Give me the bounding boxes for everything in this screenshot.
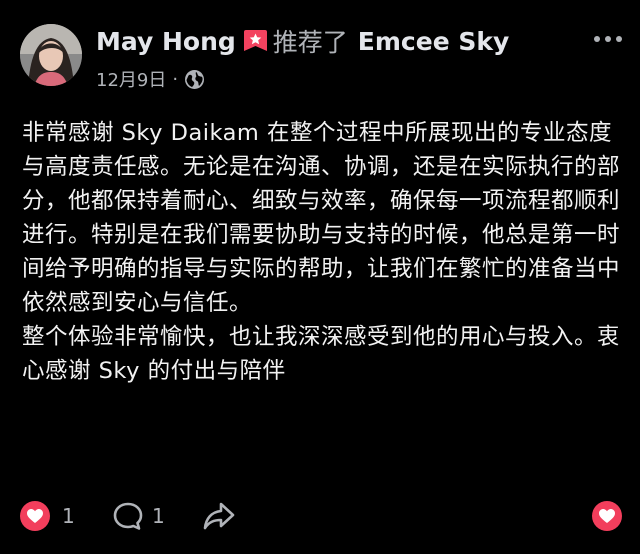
post-body-text: 非常感谢 Sky Daikam 在整个过程中所展现出的专业态度与高度责任感。无论… xyxy=(22,120,621,384)
post-header: May Hong 推荐了 Emcee Sky xyxy=(96,24,509,58)
author-name[interactable]: May Hong xyxy=(96,27,236,56)
heart-icon xyxy=(592,501,622,531)
comment-icon xyxy=(112,501,144,531)
like-count: 1 xyxy=(62,504,75,528)
like-reaction[interactable]: 1 xyxy=(20,500,75,532)
comment-count: 1 xyxy=(152,504,165,528)
recommended-page-name[interactable]: Emcee Sky xyxy=(358,27,510,56)
react-heart-button[interactable] xyxy=(592,500,622,532)
post-date[interactable]: 12月9日 xyxy=(96,66,166,92)
globe-icon[interactable] xyxy=(184,69,205,90)
share-icon xyxy=(202,501,236,531)
more-options-icon[interactable] xyxy=(592,30,624,42)
meta-separator: · xyxy=(172,68,179,90)
avatar[interactable] xyxy=(20,24,82,86)
post-meta: 12月9日 · xyxy=(96,66,205,92)
comment-button[interactable]: 1 xyxy=(112,500,165,532)
recommend-flag-icon xyxy=(242,29,269,54)
share-button[interactable] xyxy=(202,500,236,532)
reaction-bar: 1 1 xyxy=(20,500,624,532)
heart-icon xyxy=(20,501,50,531)
recommend-verb: 推荐了 xyxy=(272,28,348,57)
